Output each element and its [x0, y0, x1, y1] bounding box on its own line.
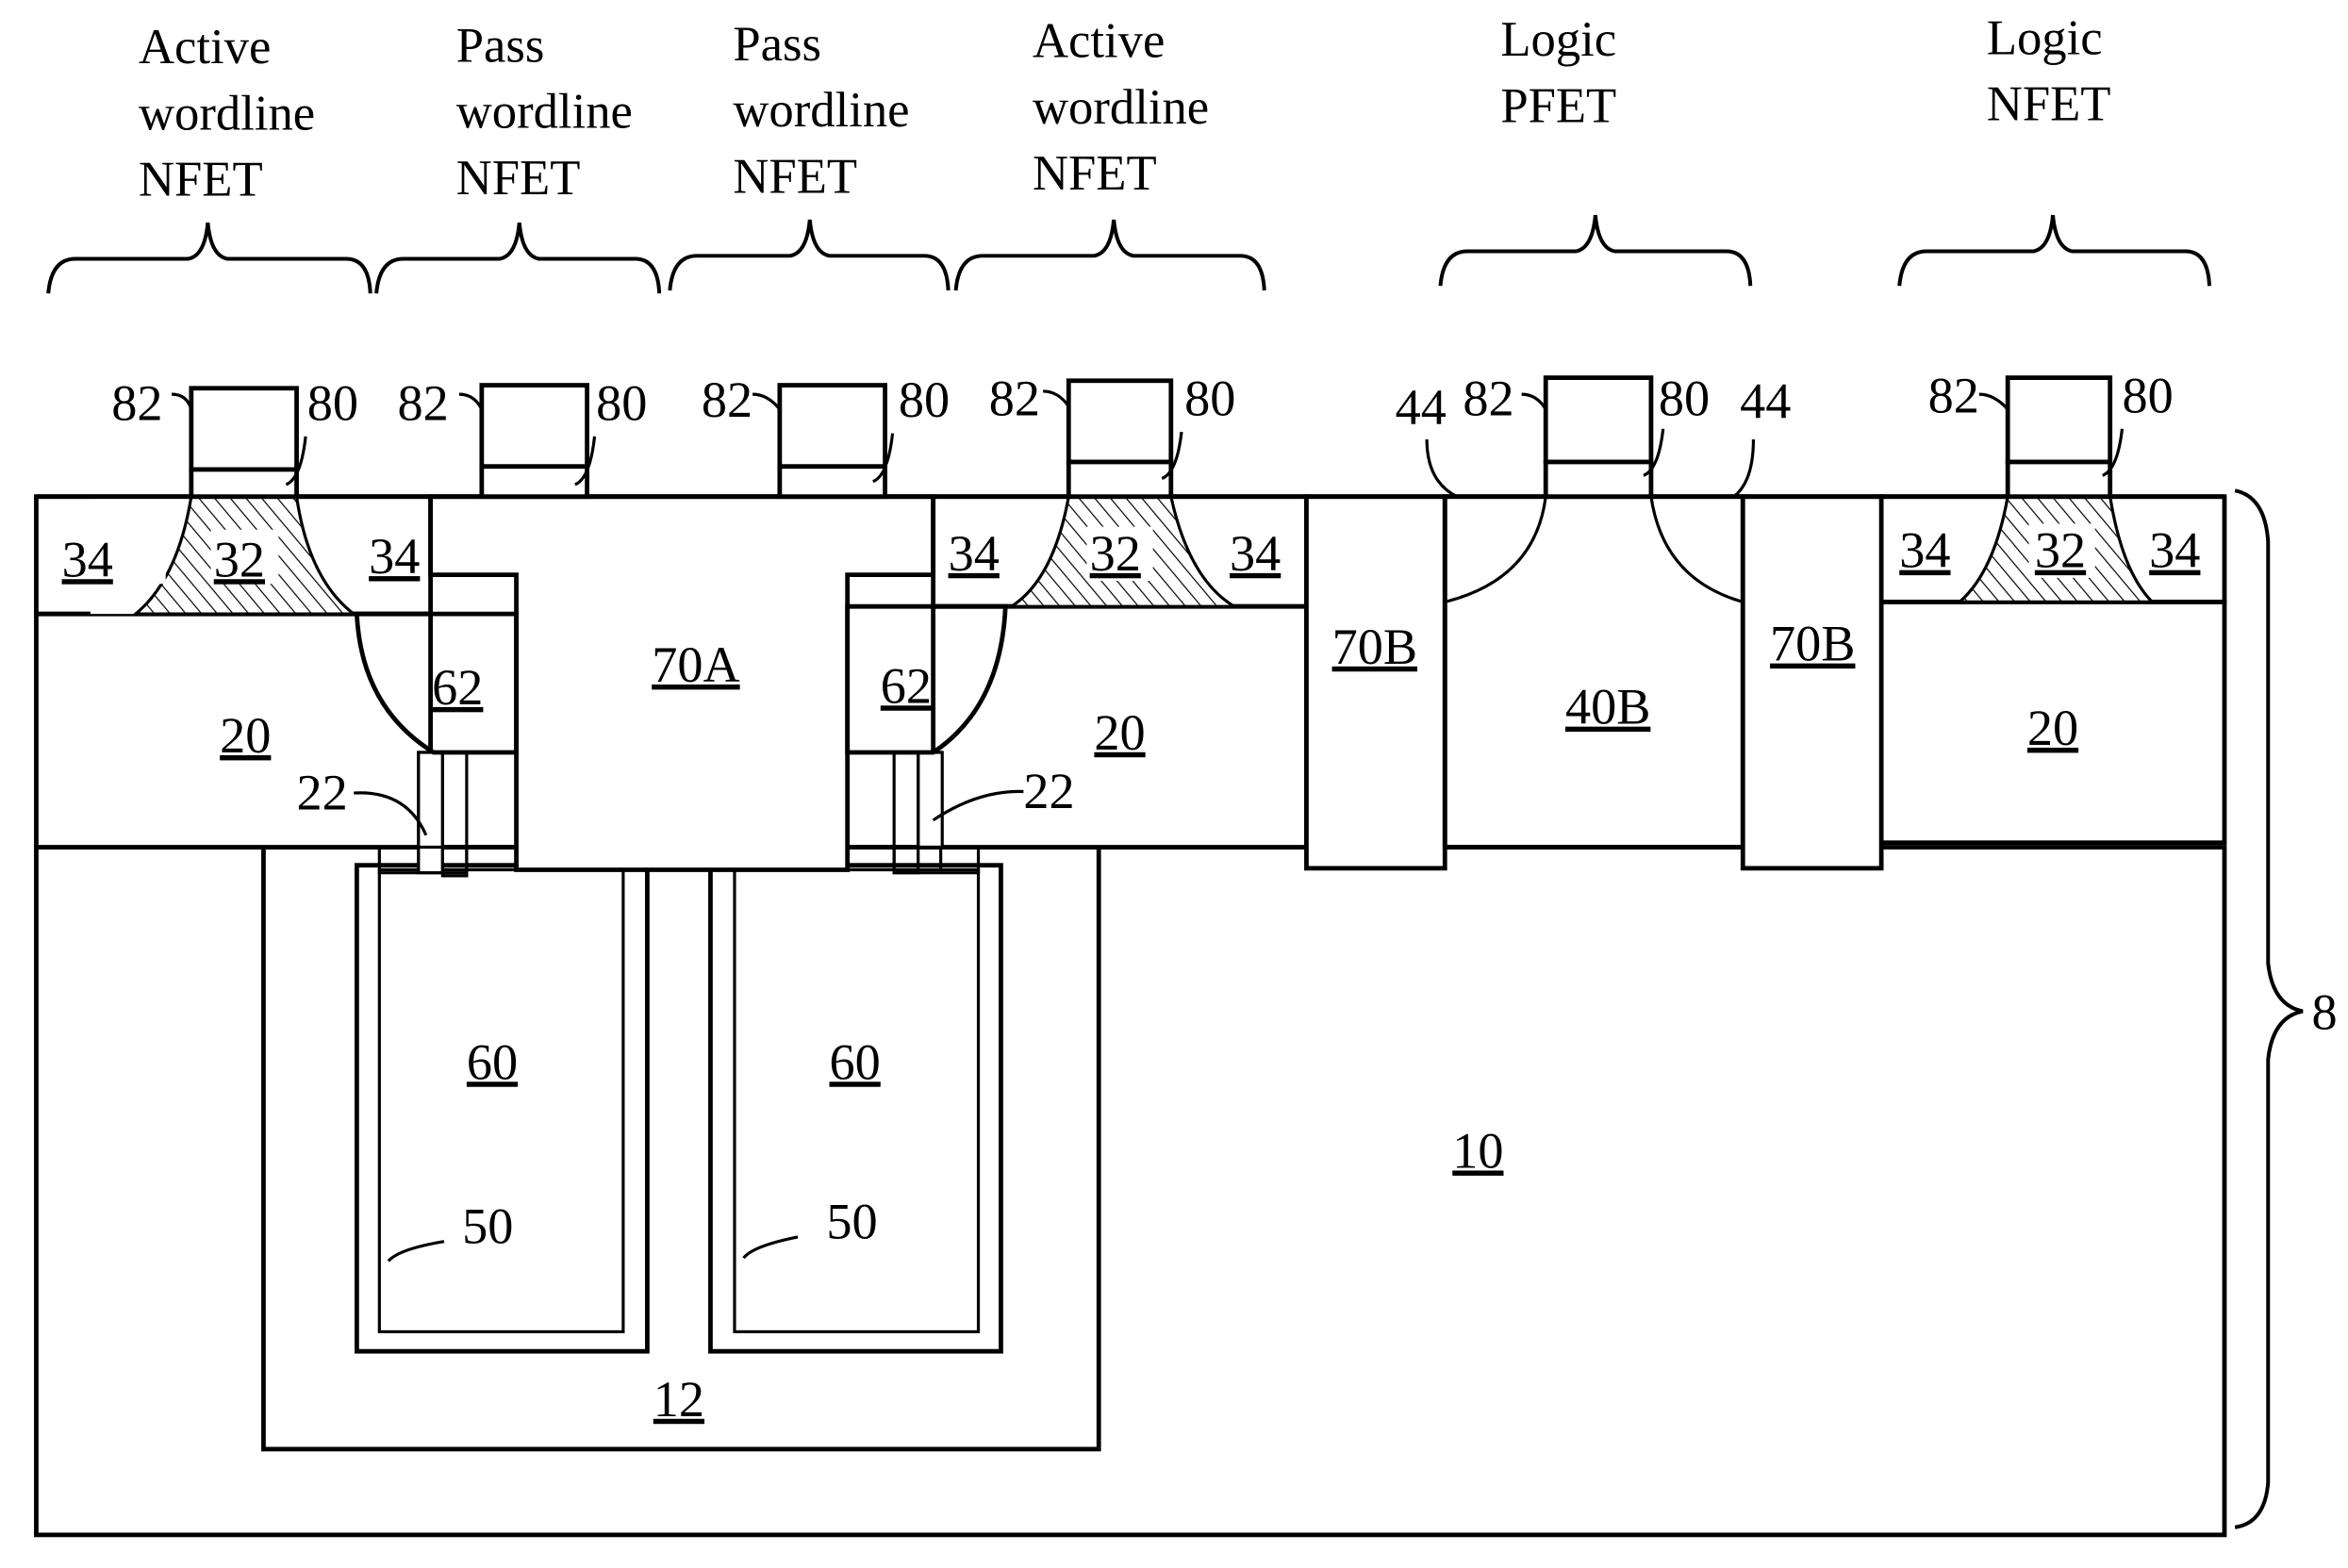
gate-cap-82	[1543, 375, 1654, 465]
buried-plate-12	[261, 845, 1101, 1452]
cross-section-figure: Active wordline NFET Pass wordline NFET …	[34, 10, 2338, 1538]
sti-70b-left	[1304, 494, 1447, 871]
trench-fill-right	[733, 867, 981, 1334]
gate-stack-4	[1066, 378, 1174, 500]
brace-active-wordline-left	[46, 223, 372, 294]
label-80: 80	[1184, 370, 1235, 426]
label-82: 82	[1463, 370, 1513, 426]
label-44: 44	[1396, 379, 1447, 436]
label-22: 22	[297, 765, 348, 821]
label-82: 82	[111, 374, 162, 431]
collar-22-left	[417, 751, 444, 875]
label-50: 50	[826, 1193, 877, 1249]
label-82: 82	[397, 374, 448, 431]
sti-70b-right	[1740, 494, 1884, 871]
label-32: 32	[2035, 522, 2086, 579]
label-20: 20	[2027, 700, 2078, 756]
gate-cap-82	[777, 383, 887, 470]
brace-active-wordline-right	[953, 219, 1266, 291]
label-82: 82	[702, 371, 752, 428]
gate-stack-3	[777, 383, 887, 500]
gate-80	[189, 467, 299, 500]
brace-logic-pfet	[1438, 215, 1753, 287]
label-34: 34	[1230, 525, 1281, 582]
label-80: 80	[1659, 370, 1710, 426]
gate-80	[777, 464, 887, 500]
label-22: 22	[1023, 763, 1074, 819]
trench-fill-left	[377, 867, 625, 1334]
gate-stack-logic-nfet	[2005, 375, 2113, 500]
header-pass-wordline-left: Pass wordline NFET	[456, 18, 645, 205]
label-50: 50	[462, 1197, 513, 1254]
gate-cap-82	[1066, 378, 1174, 465]
label-80: 80	[596, 374, 647, 431]
label-82: 82	[989, 370, 1040, 426]
label-34: 34	[62, 531, 113, 587]
label-34: 34	[949, 525, 1000, 582]
label-70a: 70A	[652, 636, 739, 693]
label-34: 34	[1899, 522, 1950, 579]
pfet-extension-44-right	[1649, 495, 1744, 604]
gate-80	[1543, 459, 1654, 500]
label-62: 62	[881, 657, 932, 714]
label-70b: 70B	[1332, 619, 1417, 675]
header-logic-nfet: Logic NFET	[1987, 10, 2115, 131]
gate-numerals: 82 80 82 80 82 80 82 80 44 82 80 44 82 8…	[111, 367, 2173, 436]
gate-80	[1066, 459, 1174, 500]
label-82: 82	[1928, 367, 1979, 423]
node-dielectric-right	[708, 863, 1003, 1354]
pfet-extension-44-left	[1443, 495, 1548, 604]
brace-pass-wordline-right	[668, 219, 951, 291]
gate-80	[2005, 459, 2113, 500]
gate-80	[479, 464, 589, 500]
label-34: 34	[369, 528, 420, 585]
label-12: 12	[653, 1371, 704, 1428]
label-60: 60	[830, 1033, 881, 1090]
label-44: 44	[1740, 373, 1791, 430]
collar-22-right	[917, 751, 944, 850]
gate-stack-pfet	[1543, 375, 1654, 500]
label-34: 34	[2149, 522, 2200, 579]
label-70b: 70B	[1770, 616, 1855, 672]
header-pass-wordline-right: Pass wordline NFET	[733, 17, 921, 204]
deep-trench-left	[354, 863, 650, 1354]
label-80: 80	[307, 374, 358, 431]
gate-cap-82	[189, 386, 299, 472]
gate-cap-82	[479, 383, 589, 470]
gate-cap-82	[2005, 375, 2113, 465]
deep-trench-right	[708, 863, 1003, 1354]
label-32: 32	[1090, 525, 1141, 582]
gate-stack-2	[479, 383, 589, 500]
brace-pass-wordline-left	[374, 223, 662, 294]
label-60: 60	[467, 1033, 518, 1090]
region-headers: Active wordline NFET Pass wordline NFET …	[139, 10, 2115, 206]
label-80: 80	[2122, 367, 2173, 423]
header-active-wordline-left: Active wordline NFET	[139, 20, 327, 206]
label-8: 8	[2312, 984, 2338, 1041]
label-10: 10	[1452, 1122, 1503, 1179]
label-62: 62	[432, 659, 483, 716]
brace-logic-nfet	[1897, 215, 2212, 287]
substrate-10	[34, 845, 2227, 1538]
label-20: 20	[220, 707, 271, 764]
gate-stack-1	[189, 386, 299, 500]
node-dielectric-left	[354, 863, 650, 1354]
label-40b: 40B	[1565, 679, 1650, 735]
label-80: 80	[899, 371, 950, 428]
label-20: 20	[1094, 704, 1145, 761]
brace-wafer-8	[2234, 488, 2304, 1529]
header-active-wordline-right: Active wordline NFET	[1033, 14, 1221, 201]
header-logic-pfet: Logic PFET	[1500, 12, 1629, 133]
label-32: 32	[214, 531, 265, 587]
